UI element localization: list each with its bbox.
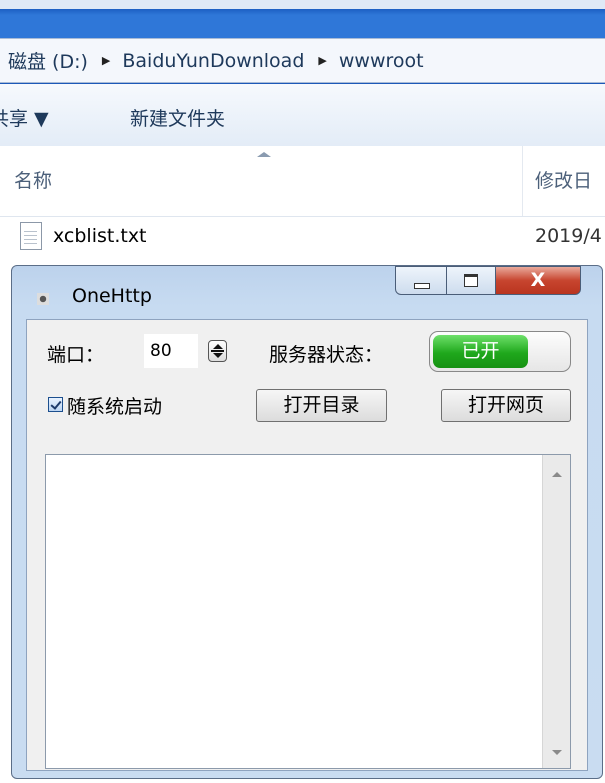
onehttp-window: OneHttp X 端口： 80 服务器状态： 已开 随系统启动 打开目录 打开… <box>11 265 603 779</box>
breadcrumb-folder-baiduyundownload[interactable]: BaiduYunDownload <box>114 50 314 72</box>
port-label: 端口： <box>47 344 105 366</box>
text-file-icon <box>20 222 42 250</box>
autostart-label[interactable]: 随系统启动 <box>67 392 162 419</box>
column-date-header[interactable]: 修改日 <box>535 166 592 193</box>
minimize-icon <box>414 283 430 289</box>
maximize-button[interactable] <box>446 266 496 295</box>
explorer-top-strip <box>0 0 605 9</box>
breadcrumb-separator-icon[interactable]: ▶ <box>98 54 114 67</box>
column-name-header[interactable]: 名称 <box>14 166 52 193</box>
maximize-icon <box>464 274 478 287</box>
server-status-label: 服务器状态： <box>269 344 384 366</box>
spinner-down-icon[interactable] <box>213 353 223 358</box>
share-menu-button[interactable]: 共享 ▼ <box>0 104 49 131</box>
breadcrumb-separator-icon[interactable]: ▶ <box>314 54 330 67</box>
close-icon: X <box>530 269 546 291</box>
spinner-up-icon[interactable] <box>213 344 223 349</box>
close-button[interactable]: X <box>495 266 581 295</box>
scroll-up-icon[interactable] <box>552 472 562 477</box>
file-row[interactable]: xcblist.txt 2019/4 <box>0 217 605 257</box>
file-name[interactable]: xcblist.txt <box>53 225 147 247</box>
sort-ascending-icon <box>257 152 271 157</box>
window-title: OneHttp <box>72 285 152 307</box>
port-spinner[interactable] <box>208 340 227 362</box>
server-status-toggle[interactable]: 已开 <box>429 331 571 372</box>
toggle-on-label: 已开 <box>433 335 528 368</box>
app-icon[interactable] <box>37 293 49 305</box>
autostart-checkbox[interactable] <box>48 397 63 412</box>
vertical-scrollbar[interactable] <box>542 455 570 768</box>
window-client-area: 端口： 80 服务器状态： 已开 随系统启动 打开目录 打开网页 <box>26 319 588 771</box>
minimize-button[interactable] <box>395 266 447 295</box>
breadcrumb[interactable]: 磁盘 (D:) ▶ BaiduYunDownload ▶ wwwroot <box>0 38 605 83</box>
column-header: 名称 修改日 <box>0 146 605 217</box>
scroll-down-icon[interactable] <box>552 750 562 755</box>
open-directory-button[interactable]: 打开目录 <box>256 389 387 422</box>
file-date: 2019/4 <box>535 225 602 247</box>
new-folder-button[interactable]: 新建文件夹 <box>130 104 225 131</box>
column-divider[interactable] <box>522 146 523 216</box>
port-input[interactable]: 80 <box>144 334 198 368</box>
open-webpage-button[interactable]: 打开网页 <box>441 389 571 422</box>
spinner-divider <box>211 350 224 352</box>
breadcrumb-drive[interactable]: 磁盘 (D:) <box>0 47 98 74</box>
breadcrumb-folder-wwwroot[interactable]: wwwroot <box>331 50 434 72</box>
explorer-command-bar: 共享 ▼ 新建文件夹 <box>0 84 605 147</box>
log-textarea[interactable] <box>45 454 571 769</box>
explorer-address-bar: 磁盘 (D:) ▶ BaiduYunDownload ▶ wwwroot <box>0 9 605 84</box>
